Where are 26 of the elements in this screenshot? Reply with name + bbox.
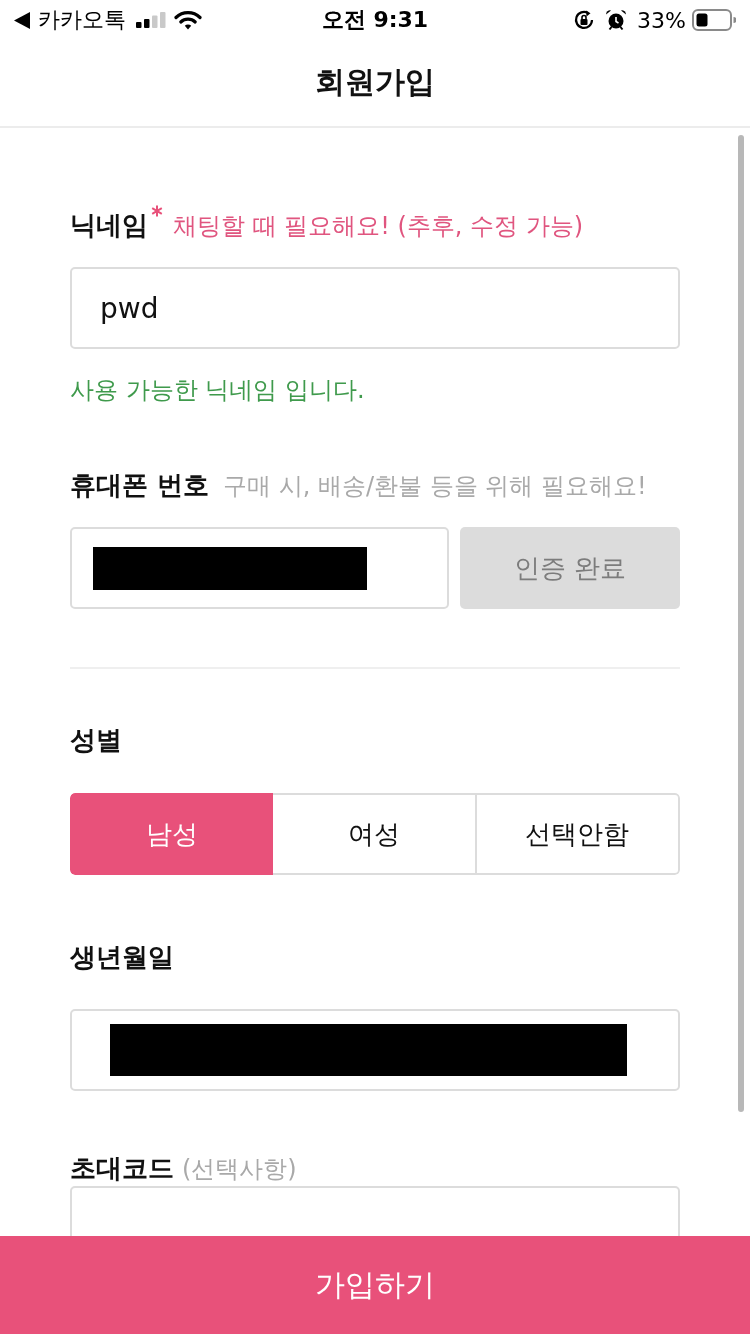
status-message: 사용 가능한 닉네임 입니다. xyxy=(70,375,366,406)
input-field[interactable] xyxy=(70,1009,680,1091)
field-label: 휴대폰 번호 xyxy=(70,469,210,502)
submit-button[interactable]: 가입하기 xyxy=(0,1236,750,1334)
hint-text: 구매 시, 배송/환불 등을 위해 필요해요! xyxy=(223,471,647,502)
field-label: 성별 xyxy=(70,724,122,757)
hint-text: (선택사항) xyxy=(182,1154,297,1185)
alarm-clock-icon xyxy=(605,9,628,31)
field-label: 닉네임 xyxy=(70,209,148,242)
field-label: 초대코드 xyxy=(70,1152,174,1185)
battery-icon xyxy=(692,9,736,31)
page-title: 회원가입 xyxy=(315,63,435,101)
gender-option[interactable]: 선택안함 xyxy=(476,793,680,875)
input-field[interactable]: pwd xyxy=(70,267,680,349)
app-name: 카카오톡 xyxy=(38,6,126,34)
rotation-lock-icon xyxy=(573,9,596,31)
field-label: 생년월일 xyxy=(70,941,174,974)
gender-option[interactable]: 여성 xyxy=(273,793,477,875)
wifi-icon xyxy=(174,10,202,30)
back-icon[interactable] xyxy=(14,11,30,29)
clock-time: 오전 9:31 xyxy=(321,6,429,34)
hint-text: 채팅할 때 필요해요! (추후, 수정 가능) xyxy=(173,211,584,242)
gender-option[interactable]: 남성 xyxy=(70,793,274,875)
signal-icon xyxy=(136,12,166,28)
battery-percent: 33% xyxy=(637,7,686,33)
input-field[interactable] xyxy=(70,527,449,609)
